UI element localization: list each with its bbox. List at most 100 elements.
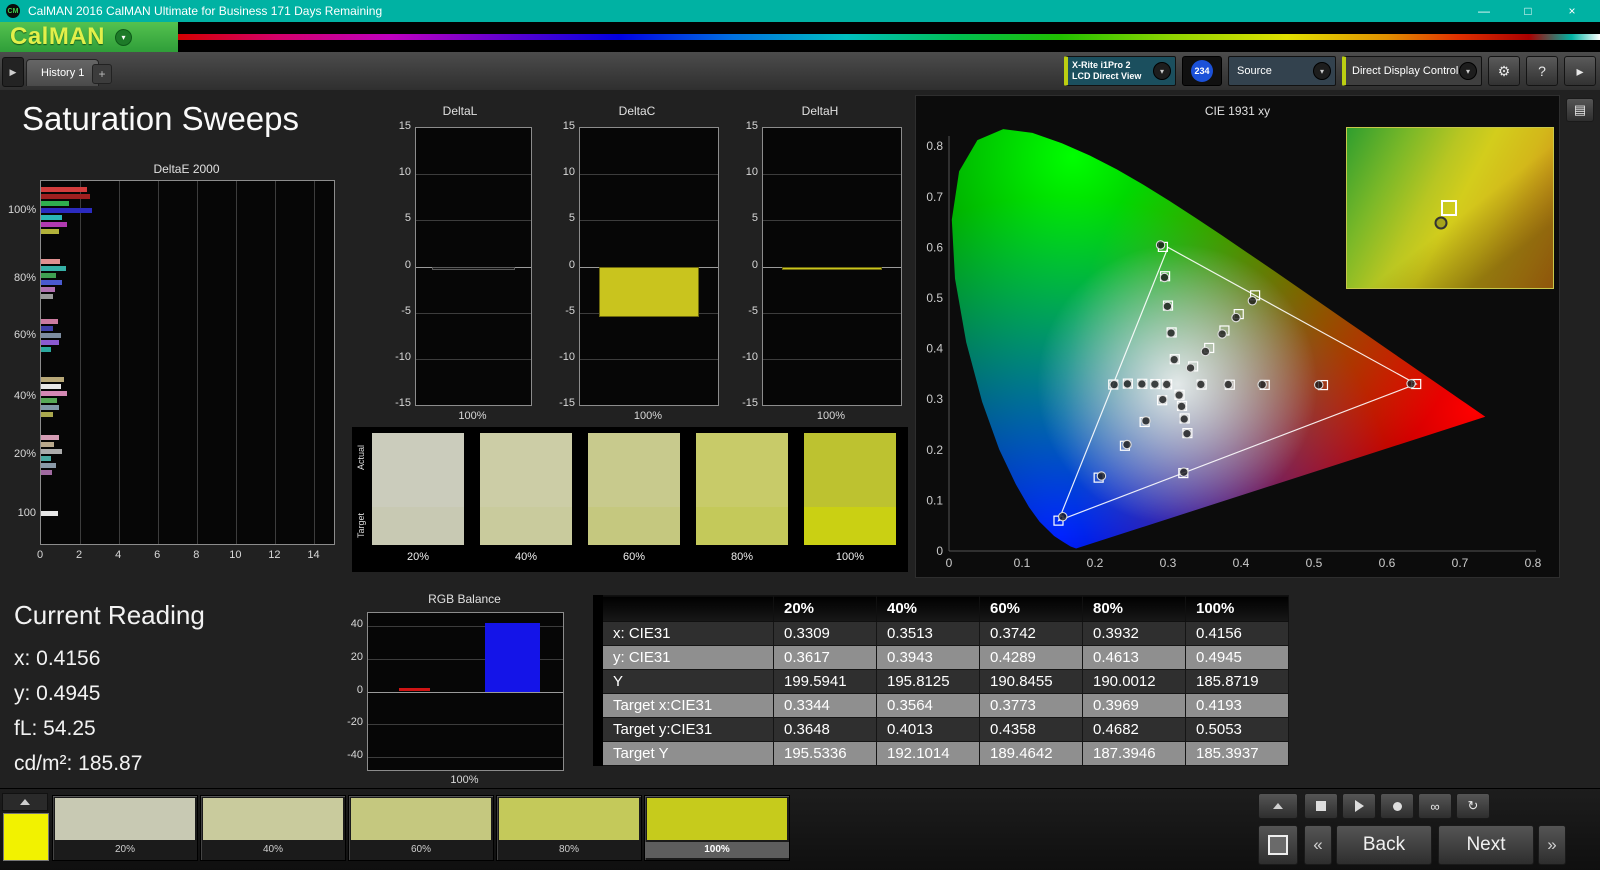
row-label: Target Y (593, 741, 774, 766)
gridline (368, 724, 563, 726)
expand-patch-panel-button[interactable] (2, 793, 48, 811)
target-row-label: Target (356, 513, 366, 539)
stop-button[interactable] (1304, 793, 1338, 819)
bar (485, 622, 540, 692)
axis-tick-label: 10 (562, 166, 575, 179)
axis-tick-label: 14 (307, 549, 320, 561)
axis-tick-label: 100% (8, 203, 37, 216)
meter-dropdown[interactable]: X-Rite i1Pro 2 LCD Direct View ▾ (1064, 56, 1176, 86)
meter-count-badge[interactable]: 234 (1182, 56, 1222, 86)
swatch-target (588, 507, 680, 545)
chart-title: DeltaE 2000 (153, 162, 220, 176)
axis-tick-label: 4 (115, 549, 122, 561)
add-tab-button[interactable]: + (92, 64, 112, 84)
axis-tick-label: 100 (17, 506, 36, 519)
tab-history-1[interactable]: History 1 (26, 59, 100, 86)
axis-tick-label: 0.3 (926, 392, 943, 406)
gridline (275, 181, 277, 544)
table-cell: 0.3932 (1082, 621, 1186, 646)
window-title: CalMAN 2016 CalMAN Ultimate for Business… (28, 4, 383, 18)
last-page-button[interactable]: » (1538, 825, 1566, 865)
axis-tick-label: -20 (347, 716, 363, 729)
axis-tick-label: 15 (562, 120, 575, 132)
maximize-button[interactable]: □ (1506, 0, 1550, 22)
measured-marker (1406, 379, 1416, 389)
deltae-bar (41, 222, 68, 227)
source-dropdown[interactable]: Source ▾ (1228, 56, 1336, 86)
saturation-patch-button[interactable]: 40% (200, 795, 346, 861)
deltae-bar (41, 273, 56, 278)
axis-tick-label: 0.4 (926, 342, 943, 356)
gridline (314, 181, 316, 544)
axis-tick-label: -40 (347, 748, 363, 761)
patch-swatch (647, 798, 787, 840)
collapse-panel-button[interactable]: ▸ (1564, 56, 1596, 86)
row-label: Y (593, 669, 774, 694)
deltae-bar (41, 456, 51, 461)
expand-sidebar-button[interactable]: ▶ (2, 57, 24, 87)
layout-button[interactable]: ▤ (1566, 98, 1594, 122)
saturation-patch-button[interactable]: 20% (52, 795, 198, 861)
measured-marker (1122, 379, 1133, 389)
back-button[interactable]: Back (1336, 825, 1432, 865)
axis-tick-label: 2 (76, 549, 83, 561)
inset-target-marker (1440, 199, 1457, 216)
calman-menu-button[interactable]: CalMAN ▾ (0, 22, 178, 52)
close-button[interactable]: × (1550, 0, 1594, 22)
continuous-measure-button[interactable]: ∞ (1418, 793, 1452, 819)
saturation-patch-button[interactable]: 60% (348, 795, 494, 861)
play-button[interactable] (1342, 793, 1376, 819)
deltae-bar-group (41, 259, 334, 299)
expand-transport-button[interactable] (1258, 793, 1298, 819)
gridline (763, 174, 901, 176)
axis-tick-label: 0 (751, 258, 758, 271)
measured-marker (1200, 346, 1211, 357)
record-button[interactable] (1380, 793, 1414, 819)
minimize-button[interactable]: — (1462, 0, 1506, 22)
swatch-label: 80% (730, 551, 754, 563)
color-swatch (588, 433, 680, 545)
table-cell: 0.4613 (1082, 645, 1186, 670)
patch-label: 60% (410, 844, 431, 855)
axis-label: 100% (633, 410, 663, 422)
reading-fl: fL: 54.25 (14, 717, 96, 740)
table-cell: 0.5053 (1185, 717, 1289, 742)
gridline (416, 220, 531, 222)
page-title: Saturation Sweeps (22, 100, 300, 137)
chevron-up-icon (1273, 803, 1283, 809)
table-row: Target y:CIE31 0.3648 0.4013 0.4358 0.4682 0.… (593, 717, 1289, 742)
settings-button[interactable]: ⚙ (1488, 56, 1520, 86)
help-button[interactable]: ? (1526, 56, 1558, 86)
current-reading-panel: Current Reading x: 0.4156 y: 0.4945 fL: … (14, 600, 324, 781)
saturation-patch-button[interactable]: 100% (644, 795, 790, 861)
refresh-button[interactable]: ↻ (1456, 793, 1490, 819)
axis-tick-label: 0.1 (926, 493, 943, 507)
display-control-dropdown[interactable]: Direct Display Control ▾ (1342, 56, 1482, 86)
gridline (368, 691, 563, 693)
bar (782, 266, 882, 270)
axis-tick-label: 0.2 (1087, 556, 1104, 570)
measured-marker (1176, 401, 1187, 412)
first-page-button[interactable]: « (1304, 825, 1332, 865)
deltae-bar-group (41, 319, 334, 352)
measurement-table: 20% 40% 60% 80% 100% x: CIE31 0.3309 0.3513 0.37… (593, 595, 1289, 766)
axis-tick-label: 40 (350, 618, 363, 631)
patch-swatch (203, 798, 343, 840)
swatch-actual (588, 433, 680, 507)
refresh-icon: ↻ (1467, 798, 1479, 813)
plot-area (40, 180, 335, 545)
deltae-bar (41, 463, 56, 468)
plot-area (762, 127, 902, 406)
saturation-patch-button[interactable]: 80% (496, 795, 642, 861)
single-measure-button[interactable] (1258, 825, 1298, 865)
table-header-cell: 40% (876, 595, 980, 622)
deltal-chart: DeltaL 15 10 5 0 -5 -10 -15 100% (385, 102, 535, 432)
bar (432, 266, 515, 270)
color-swatch (372, 433, 464, 545)
deltae-bar (41, 391, 68, 396)
next-button[interactable]: Next (1438, 825, 1534, 865)
measured-marker (1150, 379, 1160, 389)
chart-title: DeltaC (618, 104, 656, 118)
gridline (416, 358, 531, 360)
axis-tick-label: 60% (13, 328, 36, 341)
